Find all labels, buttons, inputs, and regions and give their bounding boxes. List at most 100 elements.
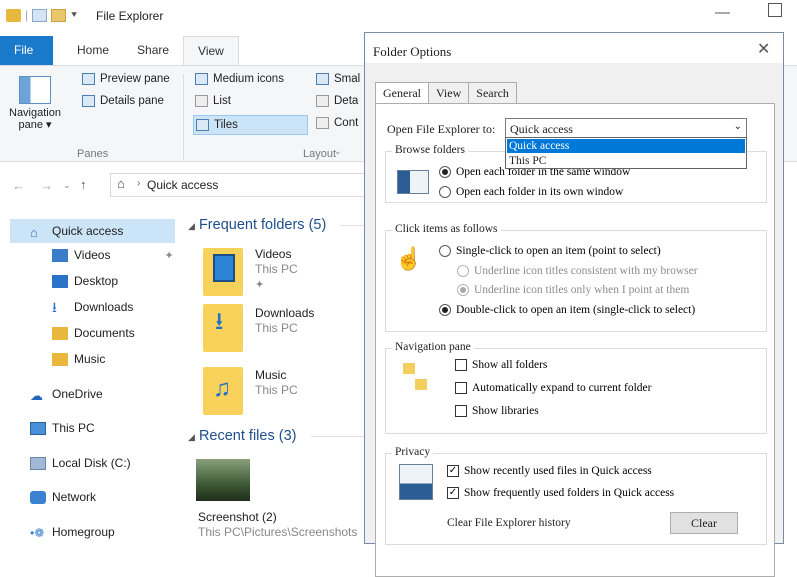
- customize-toolbar-icon[interactable]: ⯆: [70, 10, 78, 21]
- breadcrumb[interactable]: Quick access: [147, 178, 218, 192]
- group-panes-label: Panes: [77, 148, 109, 160]
- up-icon[interactable]: ↑: [80, 177, 87, 192]
- radio-button[interactable]: [457, 284, 469, 296]
- sidebar-item-onedrive[interactable]: ☁ OneDrive: [30, 387, 103, 403]
- show-frequent-folders-checkbox[interactable]: ✓ Show frequently used folders in Quick …: [447, 487, 674, 499]
- show-recent-files-checkbox[interactable]: ✓ Show recently used files in Quick acce…: [447, 465, 652, 477]
- downloads-folder-icon[interactable]: ⭳: [203, 304, 243, 352]
- folder-name[interactable]: Downloads: [255, 306, 314, 320]
- sidebar-item-homegroup[interactable]: •❁ Homegroup: [30, 525, 115, 540]
- file-name[interactable]: Screenshot (2): [198, 510, 277, 524]
- close-icon[interactable]: ✕: [757, 39, 770, 59]
- navigation-pane-icon: [19, 76, 51, 104]
- computer-icon: [30, 421, 46, 435]
- radio-button[interactable]: [439, 186, 451, 198]
- dropdown-option-this-pc[interactable]: This PC: [507, 154, 745, 168]
- radio-button[interactable]: [439, 304, 451, 316]
- radio-button[interactable]: [439, 245, 451, 257]
- list-button[interactable]: List: [195, 95, 231, 107]
- sidebar-item-this-pc[interactable]: This PC: [30, 421, 95, 435]
- folder-location: This PC: [255, 262, 298, 276]
- details-pane-label: Details pane: [100, 95, 164, 107]
- open-own-window-radio[interactable]: Open each folder in its own window: [439, 186, 623, 198]
- tab-search[interactable]: Search: [468, 82, 517, 103]
- medium-icons-button[interactable]: Medium icons: [195, 73, 284, 85]
- radio-button[interactable]: [439, 166, 451, 178]
- open-explorer-select[interactable]: Quick access ⌄: [505, 118, 747, 138]
- option-label: Show recently used files in Quick access: [464, 465, 652, 477]
- details-icon: [316, 95, 329, 107]
- tab-general[interactable]: General: [375, 82, 429, 104]
- pin-icon[interactable]: ✦: [164, 249, 173, 262]
- tab-view[interactable]: View: [427, 82, 470, 103]
- details-pane-button[interactable]: Details pane: [82, 95, 164, 107]
- chevron-down-icon: ⌄: [733, 121, 742, 132]
- music-folder-icon[interactable]: ♫: [203, 367, 243, 415]
- sidebar-item-label: Documents: [74, 326, 135, 340]
- preview-pane-label: Preview pane: [100, 73, 170, 85]
- navigation-pane-button[interactable]: Navigation pane ▾: [4, 72, 66, 142]
- quick-access-toolbar: | ⯆: [6, 8, 78, 22]
- small-icons-button[interactable]: Smal: [316, 73, 360, 85]
- collapse-icon: ◢: [188, 221, 195, 231]
- maximize-icon[interactable]: [768, 3, 782, 17]
- recent-locations-icon[interactable]: ⌄: [63, 180, 71, 191]
- checkbox[interactable]: ✓: [447, 465, 459, 477]
- sidebar-item-network[interactable]: Network: [30, 490, 96, 504]
- sidebar-item-quick-access[interactable]: ⌂ Quick access: [10, 219, 175, 243]
- preview-pane-button[interactable]: Preview pane: [82, 73, 170, 85]
- clear-button[interactable]: Clear: [670, 512, 738, 534]
- expand-current-folder-checkbox[interactable]: Automatically expand to current folder: [455, 382, 651, 394]
- sidebar-item-label: This PC: [52, 421, 95, 435]
- sidebar-item-label: Desktop: [74, 274, 119, 288]
- underline-browser-radio[interactable]: Underline icon titles consistent with my…: [457, 265, 698, 277]
- folder-name[interactable]: Videos: [255, 247, 291, 261]
- show-libraries-checkbox[interactable]: Show libraries: [455, 405, 539, 417]
- tab-file[interactable]: File: [0, 36, 53, 65]
- content-button[interactable]: Cont: [316, 117, 358, 129]
- checkbox[interactable]: ✓: [447, 487, 459, 499]
- folder-tree-icon: [415, 379, 427, 390]
- videos-folder-icon[interactable]: [203, 248, 243, 296]
- minimize-icon[interactable]: —: [715, 4, 730, 21]
- home-icon: ⌂: [117, 176, 125, 191]
- medium-icons-icon: [195, 73, 208, 85]
- single-click-radio[interactable]: Single-click to open an item (point to s…: [439, 245, 661, 257]
- dropdown-option-quick-access[interactable]: Quick access: [507, 139, 745, 153]
- new-folder-icon[interactable]: [51, 8, 67, 22]
- pin-icon[interactable]: ✦: [255, 278, 264, 291]
- underline-point-radio[interactable]: Underline icon titles only when I point …: [457, 284, 689, 296]
- sidebar-item-videos[interactable]: Videos ✦: [52, 248, 174, 262]
- file-location: This PC\Pictures\Screenshots: [198, 525, 358, 539]
- back-icon[interactable]: ←: [12, 178, 25, 193]
- cursor-icon: ☝: [395, 246, 423, 271]
- show-all-folders-checkbox[interactable]: Show all folders: [455, 359, 547, 371]
- forward-icon[interactable]: →: [40, 178, 53, 193]
- section-title: Frequent folders (5): [198, 217, 327, 233]
- tab-share[interactable]: Share: [123, 36, 183, 65]
- sidebar-item-label: Downloads: [74, 300, 134, 314]
- details-button[interactable]: Deta: [316, 95, 358, 107]
- radio-button[interactable]: [457, 265, 469, 277]
- sidebar-item-music[interactable]: Music: [52, 352, 105, 366]
- checkbox[interactable]: [455, 359, 467, 371]
- sidebar-item-desktop[interactable]: Desktop: [52, 274, 118, 288]
- layout-expand-icon[interactable]: ⌄: [334, 146, 342, 157]
- tiles-button[interactable]: Tiles: [193, 115, 308, 135]
- tab-home[interactable]: Home: [53, 36, 123, 65]
- option-label: Double-click to open an item (single-cli…: [456, 304, 696, 316]
- documents-icon: [52, 326, 68, 340]
- checkbox[interactable]: [455, 382, 467, 394]
- sidebar-item-label: OneDrive: [52, 387, 103, 401]
- address-bar[interactable]: ⌂ › Quick access: [110, 173, 370, 197]
- double-click-radio[interactable]: Double-click to open an item (single-cli…: [439, 304, 695, 316]
- sidebar-item-documents[interactable]: Documents: [52, 326, 135, 340]
- screenshot-thumbnail[interactable]: [196, 459, 250, 501]
- tab-view[interactable]: View: [183, 36, 239, 65]
- sidebar-item-downloads[interactable]: ⭳ Downloads: [52, 300, 134, 315]
- properties-icon[interactable]: [32, 8, 48, 22]
- folder-name[interactable]: Music: [255, 368, 286, 382]
- sidebar-item-local-disk[interactable]: Local Disk (C:): [30, 456, 131, 470]
- checkbox[interactable]: [455, 405, 467, 417]
- homegroup-icon: •❁: [30, 525, 45, 540]
